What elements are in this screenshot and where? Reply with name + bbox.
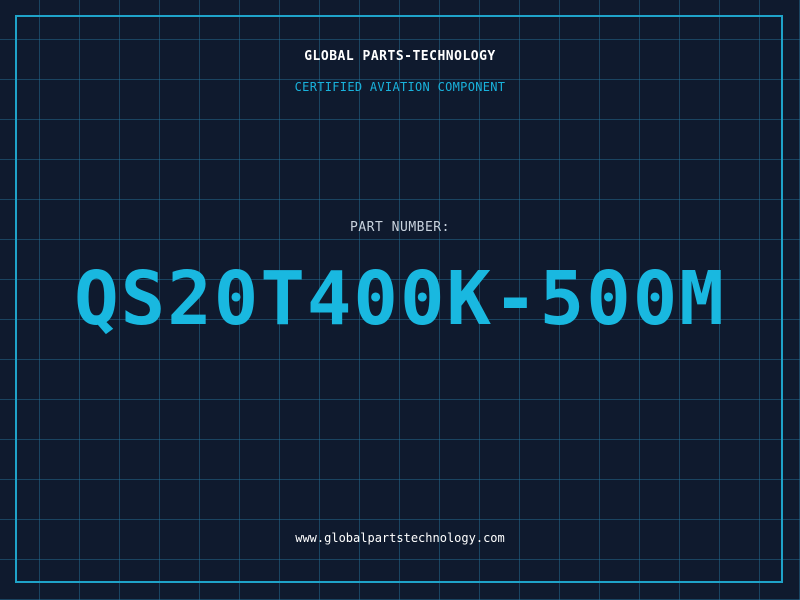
part-label-card: GLOBAL PARTS-TECHNOLOGY CERTIFIED AVIATI… bbox=[0, 0, 800, 600]
part-number-label: PART NUMBER: bbox=[350, 220, 450, 235]
company-name: GLOBAL PARTS-TECHNOLOGY bbox=[304, 49, 496, 64]
part-number-value: QS20T400K-500M bbox=[74, 256, 726, 342]
website-url: www.globalpartstechnology.com bbox=[295, 531, 505, 545]
tagline: CERTIFIED AVIATION COMPONENT bbox=[294, 80, 506, 94]
